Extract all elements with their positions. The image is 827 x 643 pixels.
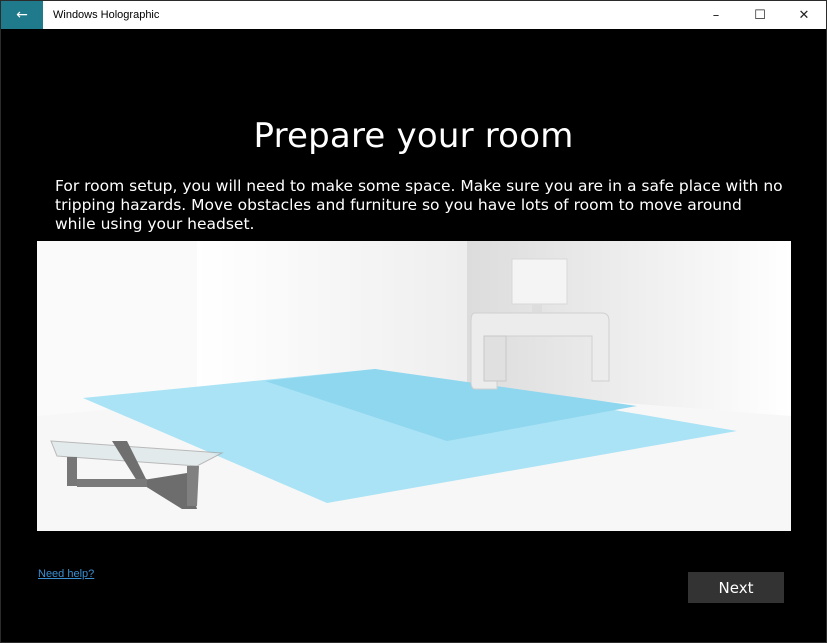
minimize-button[interactable]: –	[694, 1, 738, 29]
room-illustration	[37, 241, 791, 531]
back-button[interactable]: ←	[1, 1, 43, 29]
maximize-button[interactable]: ☐	[738, 1, 782, 29]
close-button[interactable]: ✕	[782, 1, 826, 29]
need-help-link[interactable]: Need help?	[38, 568, 94, 580]
title-bar: ← Windows Holographic – ☐ ✕	[1, 1, 826, 29]
close-icon: ✕	[798, 7, 810, 23]
minimize-icon: –	[712, 7, 720, 23]
room-illustration-svg	[37, 241, 791, 531]
page-description: For room setup, you will need to make so…	[55, 177, 783, 233]
back-arrow-icon: ←	[16, 7, 28, 23]
window-controls: – ☐ ✕	[694, 1, 826, 29]
app-window: ← Windows Holographic – ☐ ✕ Prepare your…	[0, 0, 827, 643]
window-title: Windows Holographic	[53, 9, 160, 21]
page-title: Prepare your room	[253, 115, 574, 156]
next-button[interactable]: Next	[688, 572, 784, 603]
maximize-icon: ☐	[754, 7, 766, 23]
